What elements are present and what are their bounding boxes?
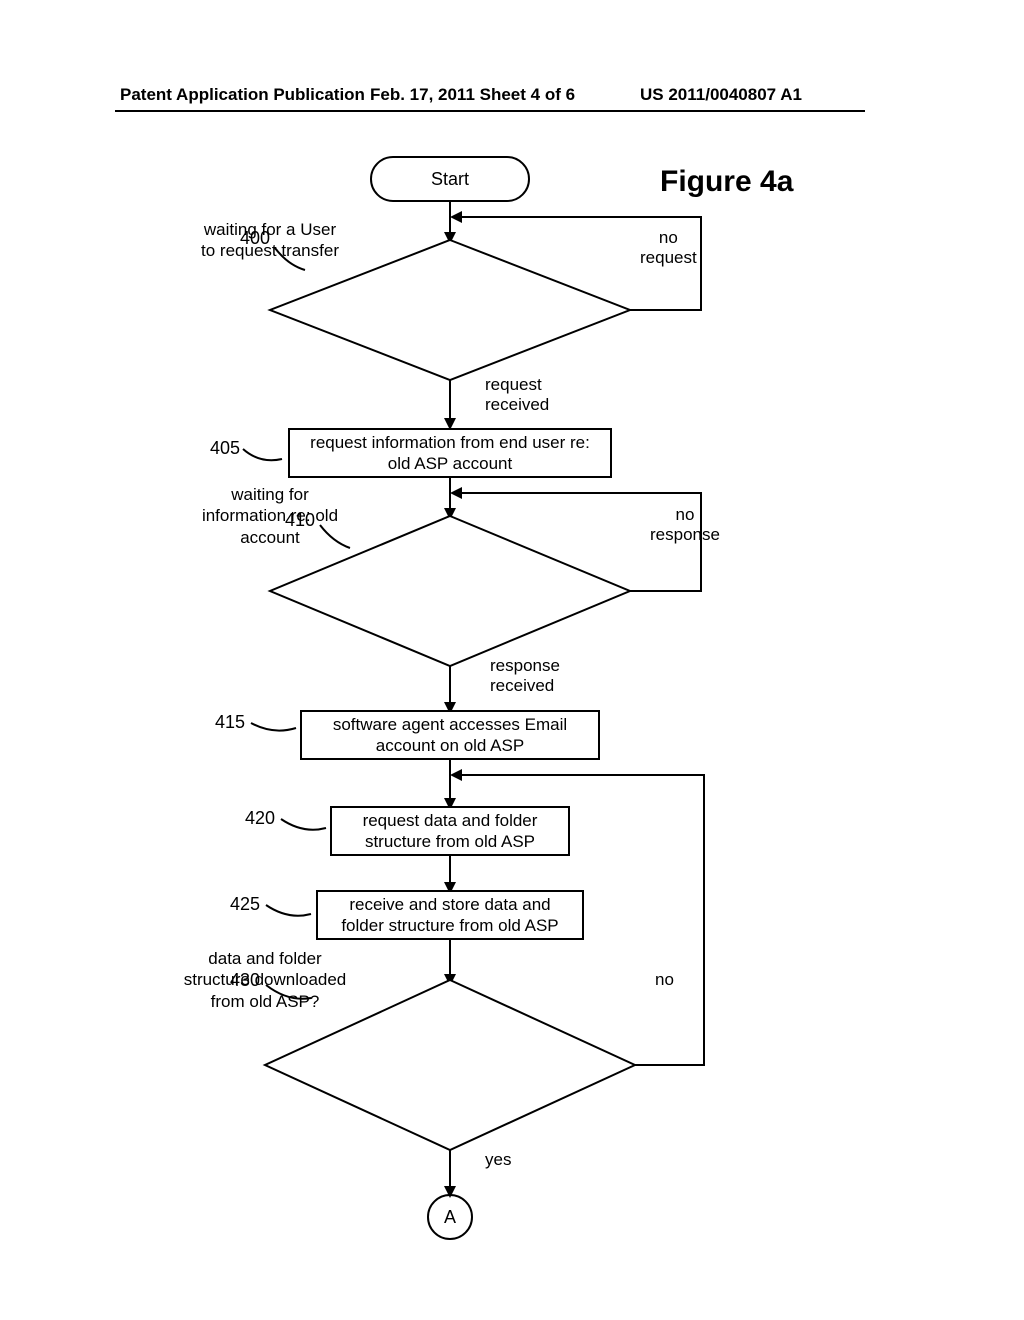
process-405-text: request information from end user re: ol… xyxy=(310,432,590,475)
header-right: US 2011/0040807 A1 xyxy=(640,85,802,105)
ref-420: 420 xyxy=(245,808,275,829)
edge-no-request: no request xyxy=(640,228,697,269)
edge-request-received: request received xyxy=(485,375,549,416)
start-terminal: Start xyxy=(370,156,530,202)
ref-415: 415 xyxy=(215,712,245,733)
edge-yes: yes xyxy=(485,1150,511,1170)
ref-410: 410 xyxy=(285,510,315,531)
flowchart: Start waiting for a User to request tran… xyxy=(120,150,880,1220)
process-420-text: request data and folder structure from o… xyxy=(363,810,538,853)
ref-425: 425 xyxy=(230,894,260,915)
connector-label: A xyxy=(444,1207,456,1228)
process-415-text: software agent accesses Email account on… xyxy=(333,714,567,757)
start-label: Start xyxy=(431,169,469,190)
connector-a: A xyxy=(427,1194,473,1240)
edge-response-received: response received xyxy=(490,656,560,697)
header-rule xyxy=(115,110,865,112)
process-425: receive and store data and folder struct… xyxy=(316,890,584,940)
edge-no: no xyxy=(655,970,674,990)
process-425-text: receive and store data and folder struct… xyxy=(341,894,558,937)
ref-400: 400 xyxy=(240,228,270,249)
header-left: Patent Application Publication xyxy=(120,85,365,105)
ref-430: 430 xyxy=(230,970,260,991)
process-415: software agent accesses Email account on… xyxy=(300,710,600,760)
process-405: request information from end user re: ol… xyxy=(288,428,612,478)
edge-no-response: no response xyxy=(650,505,720,546)
ref-405: 405 xyxy=(210,438,240,459)
header-mid: Feb. 17, 2011 Sheet 4 of 6 xyxy=(370,85,575,105)
process-420: request data and folder structure from o… xyxy=(330,806,570,856)
